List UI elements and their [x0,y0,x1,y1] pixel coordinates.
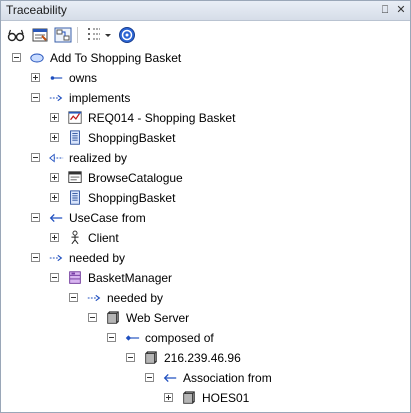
screen-icon [68,171,82,183]
expand-icon[interactable] [50,113,59,122]
tree-row[interactable]: Web Server [88,309,399,327]
tree-row[interactable]: composed of [107,329,399,347]
node-icon [145,351,157,364]
expand-icon[interactable] [50,193,59,202]
node-icon [183,391,195,404]
collapse-icon[interactable] [50,273,59,282]
tree-row-label: UseCase from [69,211,146,225]
properties-icon[interactable] [31,26,49,44]
tree-row[interactable]: needed by [31,249,399,267]
tree-row[interactable]: owns [31,69,399,87]
dependency-arrow-icon [49,254,63,262]
component-icon [70,130,80,145]
help-icon[interactable] [118,26,136,44]
toolbar [1,21,410,49]
close-icon[interactable]: ✕ [394,3,408,17]
window-title: Traceability [6,3,67,17]
tree-row[interactable]: BasketManager [50,269,399,287]
collapse-icon[interactable] [31,153,40,162]
expand-icon[interactable] [50,133,59,142]
tree-row-label: ShoppingBasket [88,191,176,205]
tree-row[interactable]: UseCase from [31,209,399,227]
dependency-arrow-icon [49,94,63,102]
association-from-arrow-icon [163,374,177,382]
tree-row-label: implements [69,91,131,105]
tree-row-label: Add To Shopping Basket [50,51,182,65]
tree-row[interactable]: 216.239.46.96 [126,349,399,367]
tree-row-label: Client [88,231,119,245]
tree-row[interactable]: needed by [69,289,399,307]
tree-row-label: needed by [69,251,126,265]
glasses-icon[interactable] [7,26,25,44]
tree-row-label: Web Server [126,311,190,325]
collapse-icon[interactable] [31,253,40,262]
requirement-icon [68,111,82,124]
component-icon [70,190,80,205]
tree-row-label: needed by [107,291,164,305]
tree-row-label: REQ014 - Shopping Basket [88,111,236,125]
realization-arrow-icon [49,153,64,163]
traceability-tree: Add To Shopping Basket owns implements REQ0… [1,49,410,412]
pin-icon[interactable]: ⎕ [378,3,392,17]
tree-row[interactable]: Client [50,229,399,247]
dependency-arrow-icon [87,294,101,302]
collapse-icon[interactable] [145,373,154,382]
tree-row-label: BasketManager [88,271,173,285]
expand-icon[interactable] [50,173,59,182]
toolbar-separator [77,27,78,43]
composition-arrow-icon [125,335,140,341]
tree-row-label: composed of [145,331,214,345]
filter-icon[interactable] [85,26,103,44]
collapse-icon[interactable] [31,213,40,222]
dropdown-arrow-icon[interactable] [104,26,112,44]
tree-row-label: realized by [69,151,128,165]
tree-row-label: ShoppingBasket [88,131,176,145]
expand-icon[interactable] [164,393,173,402]
collapse-icon[interactable] [69,293,78,302]
node-icon [107,311,119,324]
tree-row-label: owns [69,71,98,85]
tree-row[interactable]: ShoppingBasket [50,129,399,147]
usecase-link-arrow-icon [49,214,63,222]
tree-row[interactable]: ShoppingBasket [50,189,399,207]
tree-row-label: HOES01 [202,391,250,405]
association-arrow-icon [50,76,63,80]
tree-row[interactable]: realized by [31,149,399,167]
navigate-icon[interactable] [54,26,72,44]
collapse-icon[interactable] [12,53,21,62]
traceability-panel: Traceability ⎕ ✕ Add To Shopping Basket … [0,0,411,413]
tree-row[interactable]: HOES01 [164,389,399,407]
actor-icon [71,230,79,245]
tree-row[interactable]: BrowseCatalogue [50,169,399,187]
title-bar: Traceability ⎕ ✕ [1,1,410,21]
tree-row[interactable]: implements [31,89,399,107]
tree-row[interactable]: Association from [145,369,399,387]
collapse-icon[interactable] [88,313,97,322]
use-case-icon [30,53,44,63]
tree-row-label: 216.239.46.96 [164,351,241,365]
collapse-icon[interactable] [31,93,40,102]
tree-row-label: BrowseCatalogue [88,171,183,185]
collapse-icon[interactable] [126,353,135,362]
collapse-icon[interactable] [107,333,116,342]
tree-row[interactable]: Add To Shopping Basket [12,49,399,67]
class-icon [69,271,81,284]
tree-row-label: Association from [183,371,272,385]
expand-icon[interactable] [31,73,40,82]
tree-row[interactable]: REQ014 - Shopping Basket [50,109,399,127]
expand-icon[interactable] [50,233,59,242]
